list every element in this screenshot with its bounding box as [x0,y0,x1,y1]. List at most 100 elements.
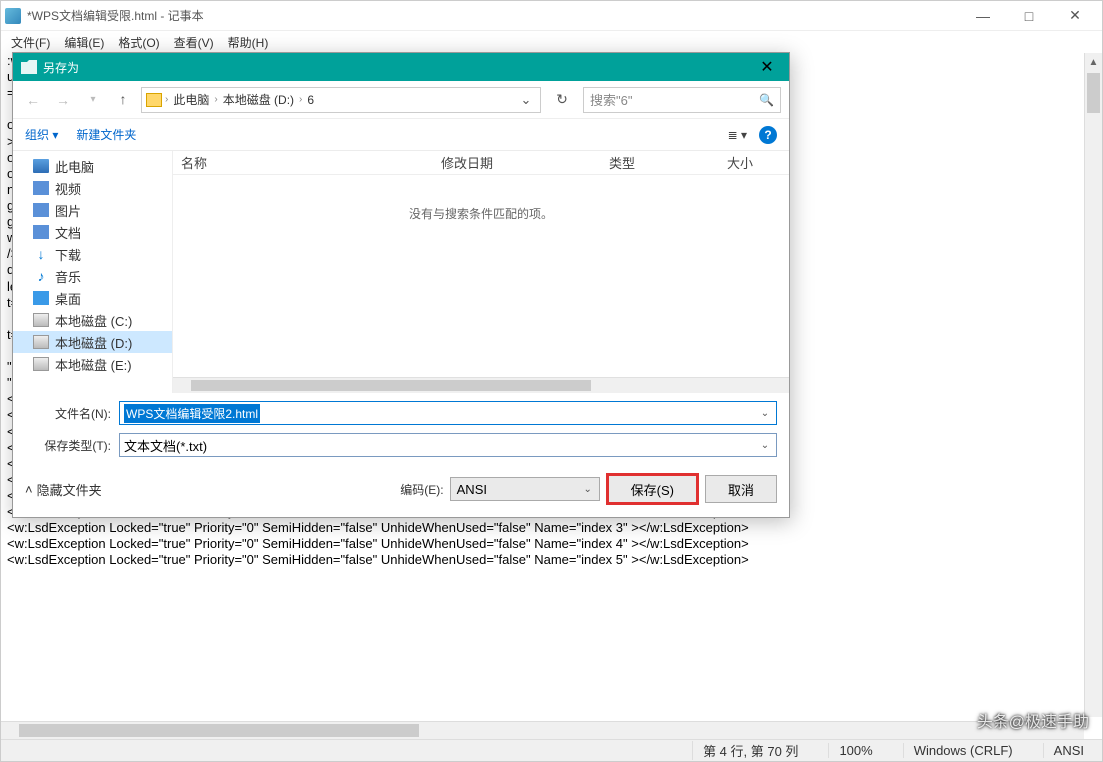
folder-tree[interactable]: 此电脑视频图片文档↓下载♪音乐桌面本地磁盘 (C:) 本地磁盘 (D:) 本地磁盘 … [13,151,173,393]
tree-item[interactable]: 本地磁盘 (C:) [13,309,172,331]
tree-item[interactable]: 本地磁盘 (D:) [13,331,172,353]
view-mode-button[interactable]: ≣ ▾ [728,128,747,142]
path-this-pc[interactable]: 此电脑 [171,91,211,108]
tree-item-label: 下载 [55,245,81,264]
hide-folders-label: 隐藏文件夹 [37,480,102,499]
hscroll-thumb[interactable] [19,724,419,737]
menubar: 文件(F) 编辑(E) 格式(O) 查看(V) 帮助(H) [1,31,1102,53]
chevron-right-icon: › [214,94,217,105]
filetype-label: 保存类型(T): [25,437,111,454]
folder-icon [21,60,37,74]
menu-format[interactable]: 格式(O) [114,32,163,53]
col-date[interactable]: 修改日期 [433,153,601,172]
ic-drive-icon [33,313,49,327]
tree-item[interactable]: 本地磁盘 (E:) [13,353,172,375]
tree-item-label: 本地磁盘 (D:) [55,333,132,352]
close-button[interactable]: ✕ [1052,1,1098,31]
menu-help[interactable]: 帮助(H) [224,32,273,53]
dialog-title: 另存为 [43,59,753,76]
statusbar: 第 4 行, 第 70 列 100% Windows (CRLF) ANSI [1,739,1102,761]
tree-item[interactable]: ♪音乐 [13,265,172,287]
status-position: 第 4 行, 第 70 列 [692,741,808,760]
filetype-select[interactable]: 文本文档(*.txt) ⌄ [119,433,777,457]
text-line: <w:LsdException Locked="true" Priority="… [7,520,1080,536]
ic-music-icon: ♪ [33,269,49,283]
path-breadcrumb[interactable]: › 此电脑 › 本地磁盘 (D:) › 6 ⌄ [141,87,541,113]
organize-button[interactable]: 组织 ▾ [25,126,58,143]
chevron-right-icon: › [165,94,168,105]
cancel-button[interactable]: 取消 [705,475,777,503]
nav-up-button[interactable]: ↑ [111,87,135,111]
path-folder[interactable]: 6 [305,93,316,107]
notepad-icon [5,8,21,24]
horizontal-scrollbar[interactable] [1,721,1084,739]
dialog-titlebar[interactable]: 另存为 ✕ [13,53,789,81]
encoding-select[interactable]: ANSI ⌄ [450,477,600,501]
ic-drive-icon [33,335,49,349]
tree-item[interactable]: ↓下载 [13,243,172,265]
encoding-value: ANSI [457,482,487,497]
nav-back-button[interactable]: ← [21,88,45,112]
encoding-dropdown-icon[interactable]: ⌄ [579,484,597,495]
hide-folders-toggle[interactable]: ˄ 隐藏文件夹 [25,480,102,499]
text-line: <w:LsdException Locked="true" Priority="… [7,536,1080,552]
help-icon[interactable]: ? [759,126,777,144]
vertical-scrollbar[interactable]: ▲ [1084,53,1102,717]
filename-input[interactable]: WPS文档编辑受限2.html ⌄ [119,401,777,425]
dialog-toolbar: 组织 ▾ 新建文件夹 ≣ ▾ ? [13,119,789,151]
minimize-button[interactable]: — [960,1,1006,31]
ic-desktop-icon [33,291,49,305]
tree-item[interactable]: 图片 [13,199,172,221]
tree-item[interactable]: 文档 [13,221,172,243]
dialog-nav: ← → ▾ ↑ › 此电脑 › 本地磁盘 (D:) › 6 ⌄ ↻ 搜索"6" … [13,81,789,119]
search-icon: 🔍 [759,93,774,107]
tree-item[interactable]: 此电脑 [13,155,172,177]
nav-recent-dropdown[interactable]: ▾ [81,88,105,112]
search-input[interactable]: 搜索"6" 🔍 [583,87,781,113]
maximize-button[interactable]: □ [1006,1,1052,31]
filename-value: WPS文档编辑受限2.html [124,404,260,423]
col-name[interactable]: 名称 [173,153,433,172]
save-as-dialog: 另存为 ✕ ← → ▾ ↑ › 此电脑 › 本地磁盘 (D:) › 6 ⌄ ↻ … [12,52,790,518]
ic-image-icon [33,203,49,217]
vscroll-thumb[interactable] [1087,73,1100,113]
col-size[interactable]: 大小 [719,153,789,172]
search-placeholder: 搜索"6" [590,90,632,109]
ic-drive-icon [33,357,49,371]
status-eol: Windows (CRLF) [903,743,1023,758]
menu-edit[interactable]: 编辑(E) [60,32,108,53]
chevron-right-icon: › [299,94,302,105]
menu-view[interactable]: 查看(V) [170,32,218,53]
filename-label: 文件名(N): [25,405,111,422]
filename-dropdown-icon[interactable]: ⌄ [756,408,774,419]
cancel-button-label: 取消 [728,480,754,499]
scroll-up-icon[interactable]: ▲ [1085,53,1102,71]
col-type[interactable]: 类型 [601,153,719,172]
chevron-up-icon: ˄ [25,482,33,497]
tree-item-label: 视频 [55,179,81,198]
tree-item[interactable]: 桌面 [13,287,172,309]
tree-item-label: 本地磁盘 (E:) [55,355,132,374]
empty-message: 没有与搜索条件匹配的项。 [173,205,789,222]
dialog-footer: ˄ 隐藏文件夹 编码(E): ANSI ⌄ 保存(S) 取消 [13,465,789,517]
tree-item[interactable]: 视频 [13,177,172,199]
titlebar[interactable]: *WPS文档编辑受限.html - 记事本 — □ ✕ [1,1,1102,31]
path-dropdown-icon[interactable]: ⌄ [516,92,536,108]
nav-forward-button[interactable]: → [51,88,75,112]
refresh-button[interactable]: ↻ [547,87,577,113]
list-h-thumb[interactable] [191,380,591,391]
path-drive[interactable]: 本地磁盘 (D:) [221,91,296,108]
filetype-dropdown-icon[interactable]: ⌄ [756,440,774,451]
save-button[interactable]: 保存(S) [606,473,699,505]
menu-file[interactable]: 文件(F) [7,32,54,53]
file-list[interactable]: 名称 修改日期 类型 大小 没有与搜索条件匹配的项。 [173,151,789,393]
new-folder-button[interactable]: 新建文件夹 [76,126,136,143]
dialog-close-button[interactable]: ✕ [753,53,781,81]
status-encoding: ANSI [1043,743,1094,758]
filetype-value: 文本文档(*.txt) [124,436,207,455]
window-title: *WPS文档编辑受限.html - 记事本 [27,7,960,24]
save-button-label: 保存(S) [631,480,674,499]
list-header: 名称 修改日期 类型 大小 [173,151,789,175]
ic-doc-icon [33,225,49,239]
list-h-scrollbar[interactable] [173,377,789,393]
